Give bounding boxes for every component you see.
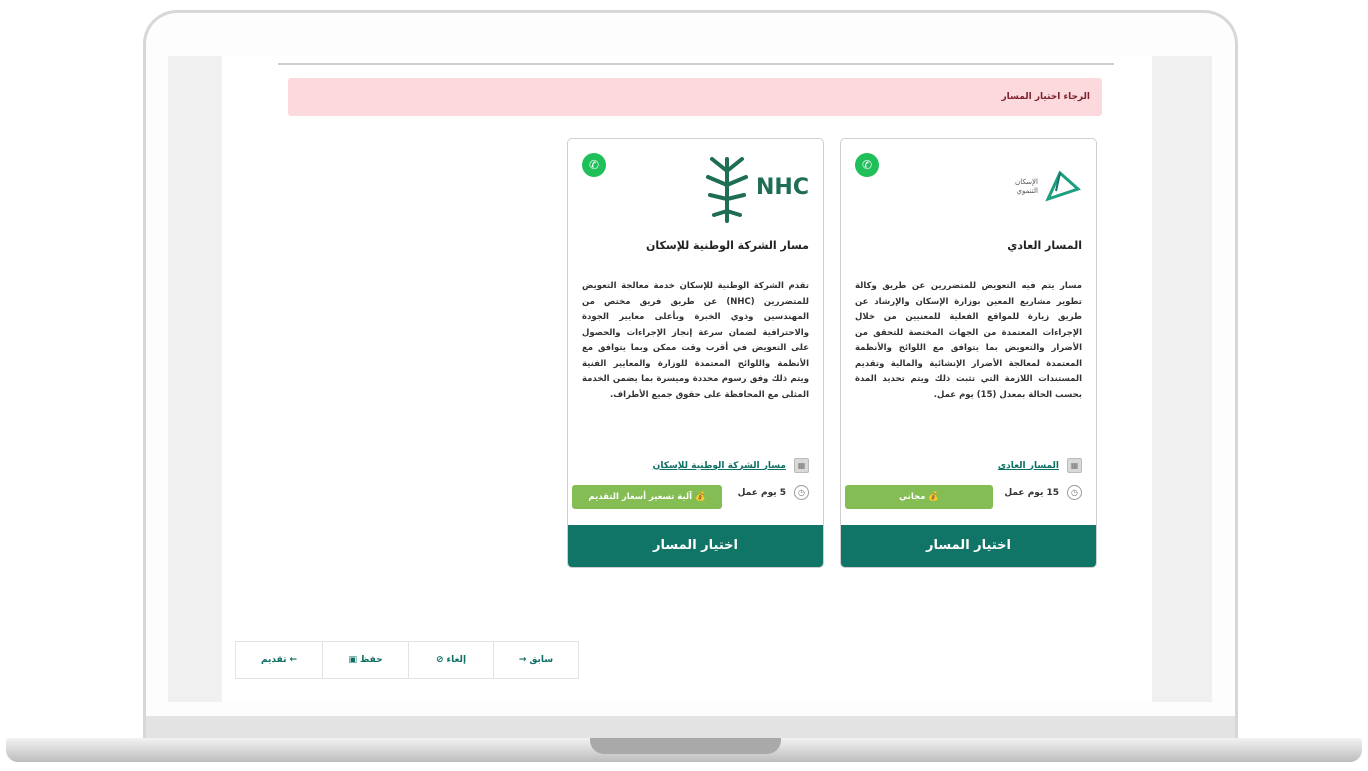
pricing-button-label: آلية تسعير أسعار التقديم xyxy=(588,492,693,502)
save-icon: ▣ xyxy=(348,655,357,665)
card-duration: 15 يوم عمل xyxy=(1004,487,1059,498)
cancel-label: إلغاء xyxy=(446,655,467,665)
card-title: المسار العادي xyxy=(1007,239,1082,252)
clock-icon: ◷ xyxy=(1067,485,1082,500)
building-icon: ▦ xyxy=(794,458,809,473)
card-link-row: ▦ مسار الشركة الوطنية للإسكان xyxy=(653,458,809,473)
prev-label: سابق xyxy=(529,655,554,665)
clock-icon: ◷ xyxy=(794,485,809,500)
card-title: مسار الشركة الوطنية للإسكان xyxy=(646,239,809,252)
card-duration: 5 يوم عمل xyxy=(737,487,786,498)
prev-button[interactable]: → سابق xyxy=(493,641,579,679)
save-button[interactable]: ▣ حفظ xyxy=(322,641,409,679)
card-description: مسار يتم فيه التعويض للمتضررين عن طريق و… xyxy=(855,281,1082,400)
divider xyxy=(278,63,1114,65)
price-badge-label: مجاني xyxy=(899,492,926,502)
card-description: تقدم الشركة الوطنية للإسكان خدمة معالجة … xyxy=(582,281,810,400)
laptop-chin xyxy=(146,716,1235,738)
whatsapp-icon[interactable]: ✆ xyxy=(855,153,879,177)
submit-button[interactable]: تقديم ← xyxy=(235,641,323,679)
card-link[interactable]: مسار الشركة الوطنية للإسكان xyxy=(653,461,786,471)
select-path-button[interactable]: اختيار المسار xyxy=(568,525,823,567)
nhc-logo: NHC xyxy=(702,151,809,223)
card-link-row: ▦ المسار العادي xyxy=(998,458,1082,473)
money-bag-icon: 💰 xyxy=(695,492,706,502)
arrow-left-icon: ← xyxy=(289,655,298,665)
path-card-nhc: ✆ NHC مسار الشركة الوطنية للإسكان تقدم ا… xyxy=(567,138,824,568)
save-label: حفظ xyxy=(359,655,383,665)
submit-label: تقديم xyxy=(260,655,287,665)
building-icon: ▦ xyxy=(1067,458,1082,473)
select-path-button[interactable]: اختيار المسار xyxy=(841,525,1096,567)
alert-message: الرجاء اختيار المسار xyxy=(288,78,1102,116)
housing-logo: الإسكان التنموي xyxy=(998,151,1082,223)
logo-text: NHC xyxy=(756,174,809,200)
nhc-tree-icon xyxy=(706,157,749,223)
card-duration-row: ◷ 15 يوم عمل xyxy=(1004,485,1082,500)
logo-caption: الإسكان التنموي xyxy=(1015,178,1038,195)
money-bag-icon: 💰 xyxy=(928,492,939,502)
laptop-notch xyxy=(590,738,781,754)
whatsapp-icon[interactable]: ✆ xyxy=(582,153,606,177)
cancel-icon: ⊘ xyxy=(435,655,444,665)
card-duration-row: ◷ 5 يوم عمل xyxy=(738,485,809,500)
arrow-right-icon: → xyxy=(518,655,527,665)
path-card-regular: ✆ الإسكان التنموي المسار العادي مسار يتم… xyxy=(840,138,1097,568)
cancel-button[interactable]: ⊘ إلغاء xyxy=(408,641,494,679)
pricing-button[interactable]: 💰 آلية تسعير أسعار التقديم xyxy=(572,485,722,509)
card-link[interactable]: المسار العادي xyxy=(998,461,1059,471)
price-badge: 💰 مجاني xyxy=(845,485,993,509)
housing-logo-icon xyxy=(1045,170,1081,202)
